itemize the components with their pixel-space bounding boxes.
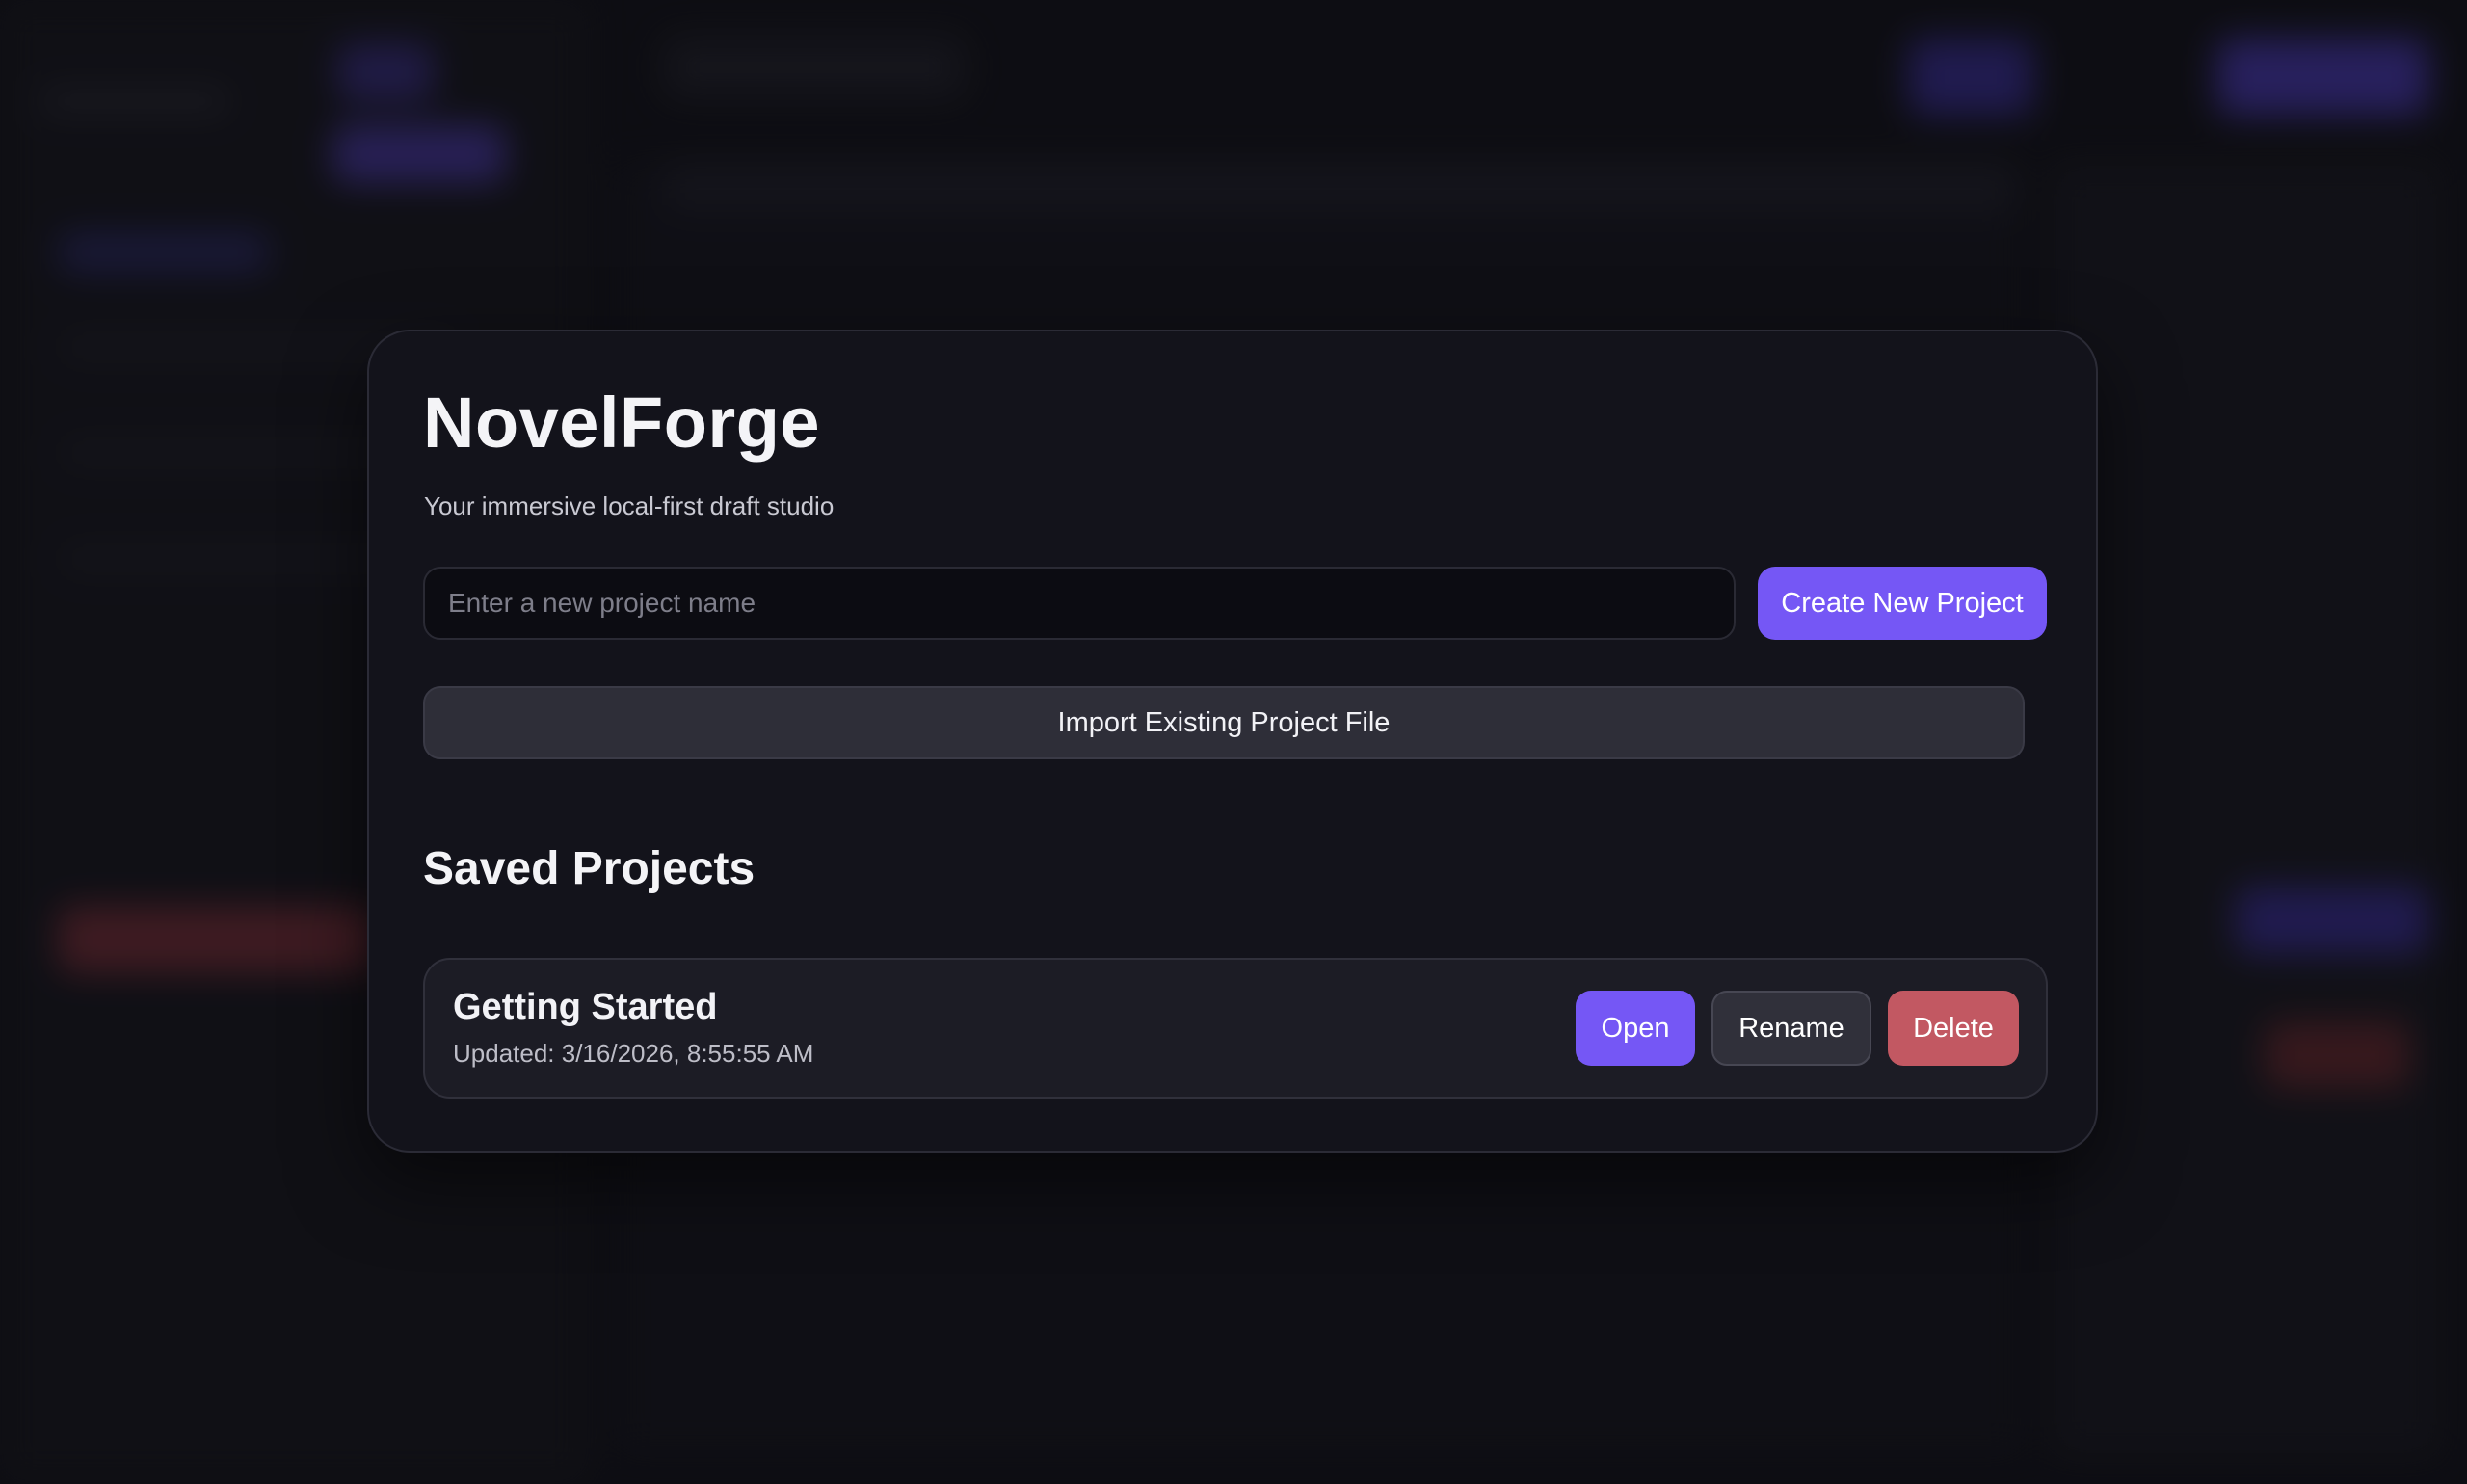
app-window: NovelForge Your immersive local-first dr… xyxy=(0,0,2467,1484)
delete-project-button[interactable]: Delete xyxy=(1888,991,2019,1066)
project-name-input[interactable] xyxy=(423,567,1736,640)
open-project-button[interactable]: Open xyxy=(1576,991,1695,1066)
rename-project-button[interactable]: Rename xyxy=(1711,991,1871,1066)
import-project-button[interactable]: Import Existing Project File xyxy=(423,686,2025,759)
project-name: Getting Started xyxy=(453,987,718,1027)
project-updated-timestamp: Updated: 3/16/2026, 8:55:55 AM xyxy=(453,1039,814,1068)
project-manager-modal: NovelForge Your immersive local-first dr… xyxy=(367,330,2098,1153)
saved-projects-heading: Saved Projects xyxy=(423,843,756,894)
app-title: NovelForge xyxy=(423,383,821,463)
create-project-button[interactable]: Create New Project xyxy=(1758,567,2047,640)
project-card: Getting Started Updated: 3/16/2026, 8:55… xyxy=(423,958,2048,1099)
app-subtitle: Your immersive local-first draft studio xyxy=(424,491,835,520)
